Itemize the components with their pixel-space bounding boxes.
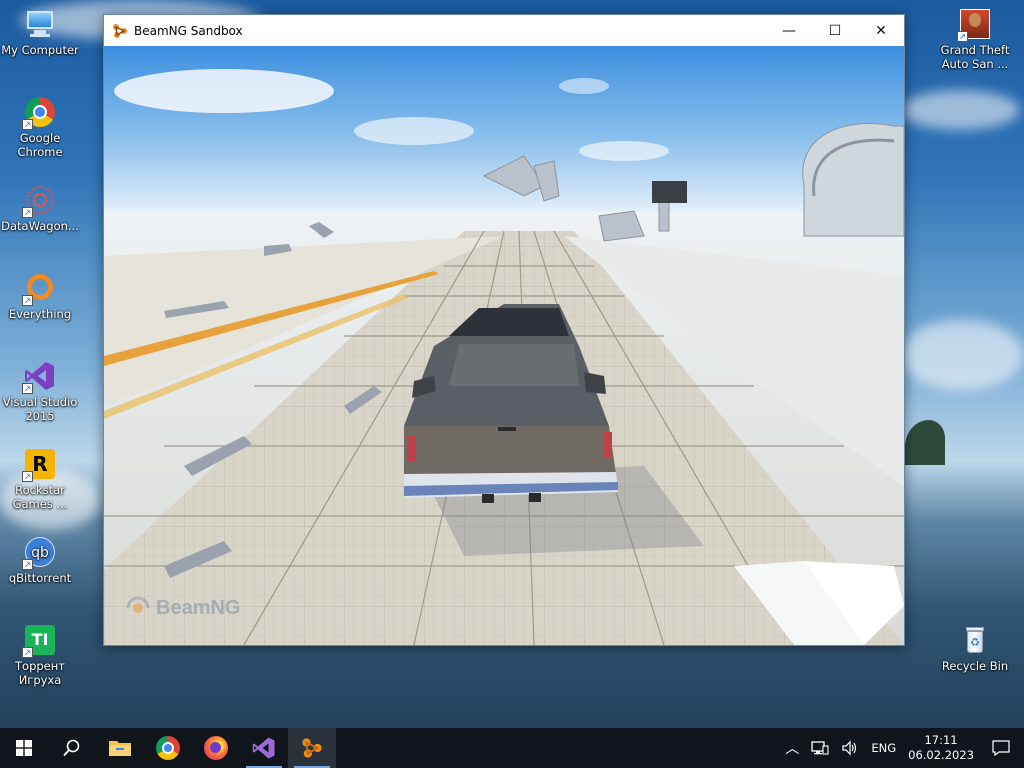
desktop-icon-my-computer[interactable]: My Computer (0, 8, 80, 57)
start-button[interactable] (0, 728, 48, 768)
window-titlebar[interactable]: BeamNG Sandbox — ☐ ✕ (104, 15, 904, 46)
desktop-icon-label: Google Chrome (17, 131, 63, 159)
taskbar-file-explorer[interactable] (96, 728, 144, 768)
desktop-icon-recycle-bin[interactable]: ♻ Recycle Bin (935, 624, 1015, 673)
torrent-igruha-icon: TI ↗ (22, 624, 56, 658)
visual-studio-icon: ↗ (22, 360, 56, 394)
network-button[interactable] (805, 728, 835, 768)
taskbar-chrome[interactable] (144, 728, 192, 768)
desktop-icon-datawagon[interactable]: ↗ DataWagon... (0, 184, 80, 233)
desktop-icon-everything[interactable]: ↗ Everything (0, 272, 80, 321)
game-scene (104, 46, 904, 645)
file-explorer-icon (109, 741, 131, 756)
show-hidden-icons-button[interactable]: ︿ (779, 728, 805, 768)
datawagon-icon: ↗ (22, 184, 56, 218)
wallpaper-cloud (900, 320, 1024, 390)
clock-date: 06.02.2023 (908, 748, 974, 762)
desktop-icon-label: Recycle Bin (941, 659, 1009, 673)
taskbar-beamng[interactable] (288, 728, 336, 768)
system-tray: ︿ ENG 17:11 06.02.2023 (779, 728, 1024, 768)
beamng-icon (302, 738, 322, 758)
desktop-icon-label: My Computer (1, 43, 79, 57)
recycle-bin-icon: ♻ (959, 624, 991, 656)
taskbar-firefox[interactable] (192, 728, 240, 768)
gta-icon: ↗ (957, 8, 991, 42)
desktop-icon-qbittorrent[interactable]: qb ↗ qBittorrent (0, 536, 80, 585)
volume-button[interactable] (835, 728, 865, 768)
desktop-icon-label: Everything (8, 307, 72, 321)
action-center-button[interactable] (980, 728, 1024, 768)
desktop-icon-torrent-igruha[interactable]: TI ↗ Торрент Игруха (0, 624, 80, 687)
desktop-icon-label: Visual Studio 2015 (2, 395, 78, 423)
desktop-icon-google-chrome[interactable]: ↗ Google Chrome (0, 96, 80, 159)
desktop-icon-label: Rockstar Games ... (12, 483, 68, 511)
desktop-icon-label: Торрент Игруха (15, 659, 65, 687)
minimize-button[interactable]: — (766, 15, 812, 46)
wallpaper-cloud (900, 90, 1020, 130)
wallpaper-rock (905, 420, 945, 465)
clock-time: 17:11 (924, 733, 958, 747)
chrome-icon: ↗ (22, 96, 56, 130)
beamng-watermark: BeamNG (124, 594, 240, 622)
rockstar-icon: R ↗ (22, 448, 56, 482)
computer-icon (24, 8, 56, 40)
firefox-icon (204, 736, 228, 760)
notification-icon (992, 740, 1010, 756)
visual-studio-icon (252, 737, 275, 759)
chevron-up-icon: ︿ (785, 741, 800, 757)
window-title: BeamNG Sandbox (134, 23, 243, 38)
desktop-icon-rockstar[interactable]: R ↗ Rockstar Games ... (0, 448, 80, 511)
beamng-icon (113, 23, 127, 38)
desktop-icon-label: qBittorrent (8, 571, 72, 585)
maximize-button[interactable]: ☐ (812, 15, 858, 46)
beamng-window[interactable]: BeamNG Sandbox — ☐ ✕ BeamNG (103, 14, 905, 646)
speaker-icon (842, 740, 857, 756)
taskbar: ︿ ENG 17:11 06.02.2023 (0, 728, 1024, 768)
desktop-icon-label: DataWagon... (1, 219, 79, 233)
search-icon (63, 739, 80, 757)
everything-icon: ↗ (22, 272, 56, 306)
qbittorrent-icon: qb ↗ (22, 536, 56, 570)
desktop-icon-visual-studio[interactable]: ↗ Visual Studio 2015 (0, 360, 80, 423)
taskbar-visual-studio[interactable] (240, 728, 288, 768)
language-indicator[interactable]: ENG (865, 728, 902, 768)
desktop-icon-gta-san-andreas[interactable]: ↗ Grand Theft Auto San ... (935, 8, 1015, 71)
game-viewport[interactable]: BeamNG (104, 46, 904, 645)
beamng-logo-icon (126, 596, 150, 613)
desktop-icon-label: Grand Theft Auto San ... (940, 43, 1010, 71)
search-button[interactable] (48, 728, 96, 768)
network-icon (811, 741, 829, 755)
close-button[interactable]: ✕ (858, 15, 904, 46)
windows-start-icon (16, 740, 32, 756)
chrome-icon (156, 736, 180, 760)
clock[interactable]: 17:11 06.02.2023 (902, 728, 980, 768)
